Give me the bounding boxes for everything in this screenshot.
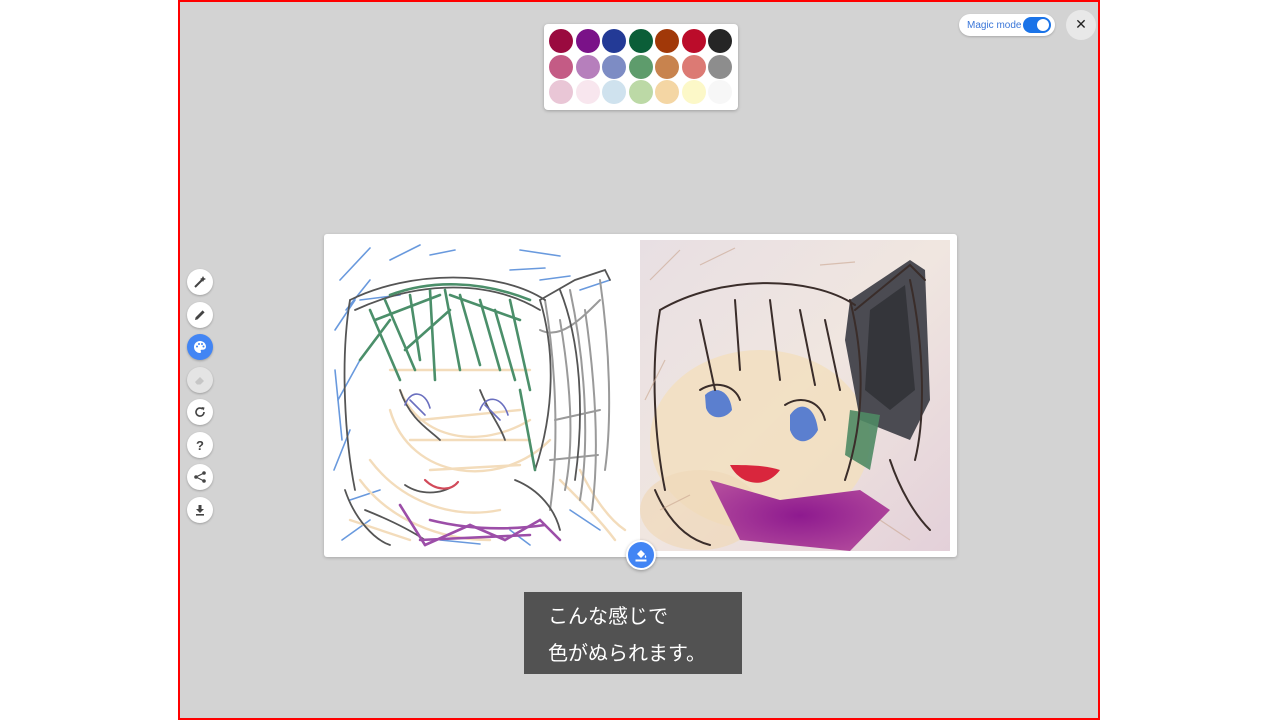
caption-overlay: こんな感じで 色がぬられます。 — [524, 592, 742, 674]
palette-button[interactable] — [187, 334, 213, 360]
color-swatch[interactable] — [655, 54, 679, 79]
sketch-canvas[interactable] — [330, 240, 632, 551]
share-button[interactable] — [187, 464, 213, 490]
help-button[interactable]: ? — [187, 432, 213, 458]
color-swatch[interactable] — [708, 29, 732, 53]
color-swatch[interactable] — [575, 54, 600, 79]
color-swatch[interactable] — [681, 29, 706, 53]
toggle-switch[interactable] — [1023, 17, 1051, 33]
toggle-knob — [1037, 19, 1049, 31]
share-icon — [194, 471, 206, 483]
download-icon — [196, 505, 204, 516]
color-swatch[interactable] — [628, 54, 653, 79]
colorize-button[interactable] — [626, 540, 656, 570]
sketch-drawing — [333, 244, 627, 547]
color-swatch[interactable] — [655, 29, 679, 53]
color-swatch[interactable] — [602, 29, 626, 53]
pencil-icon — [195, 310, 205, 320]
magic-mode-label: Magic mode — [967, 19, 1022, 31]
refresh-icon — [195, 407, 205, 417]
download-button[interactable] — [187, 497, 213, 523]
color-swatch[interactable] — [549, 29, 573, 53]
color-swatch[interactable] — [549, 80, 573, 104]
color-swatch[interactable] — [655, 80, 679, 104]
caption-line-2: 色がぬられます。 — [548, 641, 706, 665]
app-frame: Magic mode ✕ ? こんな感じで 色がぬられます。 — [178, 0, 1100, 720]
refresh-button[interactable] — [187, 399, 213, 425]
caption-line-1: こんな感じで — [548, 604, 668, 628]
color-swatch[interactable] — [708, 54, 732, 79]
close-button[interactable]: ✕ — [1066, 10, 1096, 40]
color-swatch[interactable] — [602, 80, 626, 104]
magic-wand-icon — [194, 276, 206, 288]
color-swatch[interactable] — [681, 80, 706, 104]
color-swatch[interactable] — [575, 80, 600, 104]
drawing-canvas-card — [324, 234, 957, 557]
color-swatch[interactable] — [549, 54, 573, 79]
help-icon: ? — [196, 437, 204, 453]
magic-mode-toggle[interactable]: Magic mode — [959, 14, 1055, 36]
magic-wand-button[interactable] — [187, 269, 213, 295]
colorized-result-image — [640, 240, 950, 551]
color-swatch[interactable] — [681, 54, 706, 79]
pencil-button[interactable] — [187, 302, 213, 328]
colorized-illustration — [640, 240, 950, 551]
color-swatch[interactable] — [602, 54, 626, 79]
eraser-icon — [195, 377, 204, 385]
eraser-button[interactable] — [187, 367, 213, 393]
color-swatch[interactable] — [628, 29, 653, 53]
color-swatch[interactable] — [628, 80, 653, 104]
color-swatch[interactable] — [708, 80, 732, 104]
fill-bucket-icon — [635, 550, 647, 562]
color-palette — [544, 24, 738, 110]
close-icon: ✕ — [1075, 17, 1087, 33]
color-swatch[interactable] — [575, 29, 600, 53]
palette-icon — [194, 341, 206, 353]
